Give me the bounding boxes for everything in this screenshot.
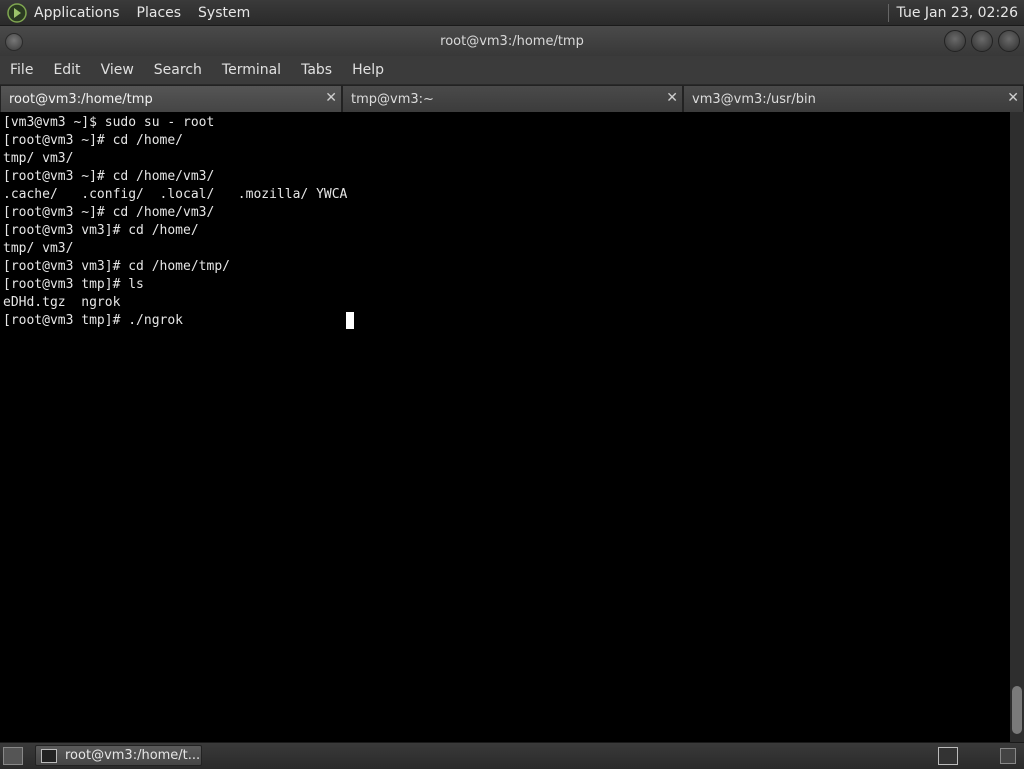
menu-file[interactable]: File [0,62,43,78]
text-cursor [346,312,354,329]
terminal-icon [41,748,57,763]
menu-terminal[interactable]: Terminal [212,62,291,78]
tab-label: vm3@vm3:/usr/bin [692,91,816,107]
clock[interactable]: Tue Jan 23, 02:26 [897,5,1018,21]
tab-label: tmp@vm3:~ [351,91,434,107]
tab-vm3-usr-bin[interactable]: vm3@vm3:/usr/bin ✕ [683,85,1024,112]
terminal-line: [root@vm3 vm3]# cd /home/ [3,223,199,238]
terminal-line: [root@vm3 ~]# cd /home/vm3/ [3,205,215,220]
window-titlebar[interactable]: root@vm3:/home/tmp [0,26,1024,56]
close-icon[interactable]: ✕ [1007,91,1019,105]
terminal-line: eDHd.tgz ngrok [3,295,121,310]
menu-tabs[interactable]: Tabs [291,62,342,78]
menubar: File Edit View Search Terminal Tabs Help [0,56,1024,85]
applications-logo-icon[interactable] [6,2,28,24]
terminal-line: [root@vm3 ~]# cd /home/vm3/ [3,169,215,184]
maximize-button[interactable] [971,30,993,52]
close-window-button[interactable] [998,30,1020,52]
window-controls [944,30,1020,52]
menu-search[interactable]: Search [144,62,212,78]
terminal-scrollbar[interactable] [1010,112,1024,742]
trash-icon[interactable] [1000,748,1016,764]
panel-separator [887,3,889,22]
terminal-line: [root@vm3 vm3]# cd /home/tmp/ [3,259,230,274]
menu-view[interactable]: View [91,62,144,78]
scrollbar-thumb[interactable] [1012,686,1022,734]
terminal-line: [root@vm3 tmp]# ls [3,277,144,292]
terminal-line: tmp/ vm3/ [3,241,74,256]
tab-bar: root@vm3:/home/tmp ✕ tmp@vm3:~ ✕ vm3@vm3… [0,85,1024,112]
menu-system[interactable]: System [198,5,250,21]
window-title: root@vm3:/home/tmp [440,33,584,49]
menu-help[interactable]: Help [342,62,394,78]
close-icon[interactable]: ✕ [666,91,678,105]
show-desktop-icon[interactable] [3,747,23,765]
task-label: root@vm3:/home/t... [65,748,201,763]
window-menu-button[interactable] [5,33,23,51]
bottom-panel: root@vm3:/home/t... [0,742,1024,769]
tab-label: root@vm3:/home/tmp [9,91,153,107]
tab-root-home-tmp[interactable]: root@vm3:/home/tmp ✕ [0,85,342,112]
close-icon[interactable]: ✕ [325,91,337,105]
terminal-line: [root@vm3 tmp]# ./ngrok [3,313,184,328]
tab-tmp-home[interactable]: tmp@vm3:~ ✕ [342,85,683,112]
terminal-line: .cache/ .config/ .local/ .mozilla/ YWCA [3,187,348,202]
minimize-button[interactable] [944,30,966,52]
terminal-output[interactable]: [vm3@vm3 ~]$ sudo su - root [root@vm3 ~]#… [0,112,1010,742]
menu-edit[interactable]: Edit [43,62,90,78]
menu-places[interactable]: Places [137,5,182,21]
terminal-line: tmp/ vm3/ [3,151,74,166]
taskbar-terminal-button[interactable]: root@vm3:/home/t... [35,745,202,766]
terminal-line: [root@vm3 ~]# cd /home/ [3,133,184,148]
workspace-switcher-icon[interactable] [938,747,958,765]
top-panel: Applications Places System Tue Jan 23, 0… [0,0,1024,26]
terminal-line: [vm3@vm3 ~]$ sudo su - root [3,115,215,130]
clock-area: Tue Jan 23, 02:26 [887,0,1024,25]
menu-applications[interactable]: Applications [34,5,120,21]
